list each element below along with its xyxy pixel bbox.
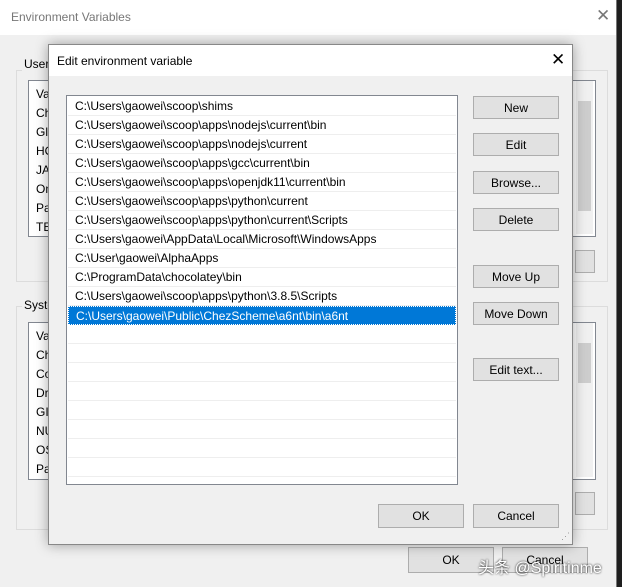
dialog-title-bar: Edit environment variable ✕ — [49, 45, 572, 76]
path-row[interactable]: C:\Users\gaowei\scoop\apps\python\curren… — [68, 211, 456, 230]
edit-text-label: Edit text... — [489, 362, 543, 377]
path-row[interactable]: C:\Users\gaowei\scoop\apps\nodejs\curren… — [68, 135, 456, 154]
scrollbar[interactable] — [576, 81, 593, 234]
new-label: New — [503, 100, 528, 115]
close-icon[interactable]: ✕ — [551, 50, 565, 70]
move-up-button[interactable]: Move Up — [473, 265, 559, 288]
close-icon[interactable]: ✕ — [596, 6, 610, 26]
edit-button[interactable]: Edit — [473, 133, 559, 156]
path-row[interactable]: C:\ProgramData\chocolatey\bin — [68, 268, 456, 287]
browse-label: Browse... — [490, 175, 541, 190]
path-row[interactable]: C:\Users\gaowei\scoop\apps\python\3.8.5\… — [68, 287, 456, 306]
edit-label: Edit — [505, 137, 527, 152]
delete-button[interactable]: Delete — [473, 208, 559, 231]
resize-grip-icon[interactable]: ⋰ — [561, 531, 570, 542]
path-row[interactable]: C:\Users\gaowei\scoop\shims — [68, 97, 456, 116]
path-list[interactable]: C:\Users\gaowei\scoop\shims C:\Users\gaow… — [66, 95, 458, 485]
empty-row — [68, 325, 456, 344]
dialog-title: Edit environment variable — [57, 54, 193, 68]
empty-row — [68, 401, 456, 420]
edit-text-button[interactable]: Edit text... — [473, 358, 559, 381]
watermark: 头条 @Spiritinme — [478, 560, 602, 577]
ok-label: OK — [412, 509, 430, 523]
path-row[interactable]: C:\Users\gaowei\AppData\Local\Microsoft\… — [68, 230, 456, 249]
empty-row — [68, 382, 456, 401]
new-button[interactable]: New — [473, 96, 559, 119]
empty-row — [68, 344, 456, 363]
browse-button[interactable]: Browse... — [473, 171, 559, 194]
empty-row — [68, 458, 456, 477]
delete-label: Delete — [498, 212, 534, 227]
move-up-label: Move Up — [491, 269, 541, 284]
delete-button-partial[interactable] — [575, 250, 595, 273]
edit-environment-variable-dialog: Edit environment variable ✕ C:\Users\gao… — [48, 44, 573, 545]
window-title: Environment Variables — [11, 10, 131, 24]
user-group-label: User — [22, 57, 52, 71]
path-row[interactable]: C:\Users\gaowei\scoop\apps\nodejs\curren… — [68, 116, 456, 135]
scrollbar[interactable] — [576, 323, 593, 477]
title-bar: Environment Variables ✕ — [0, 0, 616, 35]
ok-button[interactable]: OK — [378, 504, 464, 528]
empty-row — [68, 439, 456, 458]
path-row[interactable]: C:\User\gaowei\AlphaApps — [68, 249, 456, 268]
cancel-label: Cancel — [497, 509, 535, 523]
empty-row — [68, 363, 456, 382]
move-down-label: Move Down — [484, 306, 548, 321]
delete-button-partial[interactable] — [575, 492, 595, 515]
move-down-button[interactable]: Move Down — [473, 302, 559, 325]
ok-label: OK — [442, 553, 460, 567]
path-row[interactable]: C:\Users\gaowei\scoop\apps\python\curren… — [68, 192, 456, 211]
path-row[interactable]: C:\Users\gaowei\scoop\apps\gcc\current\b… — [68, 154, 456, 173]
empty-row — [68, 420, 456, 439]
path-row[interactable]: C:\Users\gaowei\Public\ChezScheme\a6nt\b… — [68, 306, 456, 325]
cancel-button[interactable]: Cancel — [473, 504, 559, 528]
path-row[interactable]: C:\Users\gaowei\scoop\apps\openjdk11\cur… — [68, 173, 456, 192]
